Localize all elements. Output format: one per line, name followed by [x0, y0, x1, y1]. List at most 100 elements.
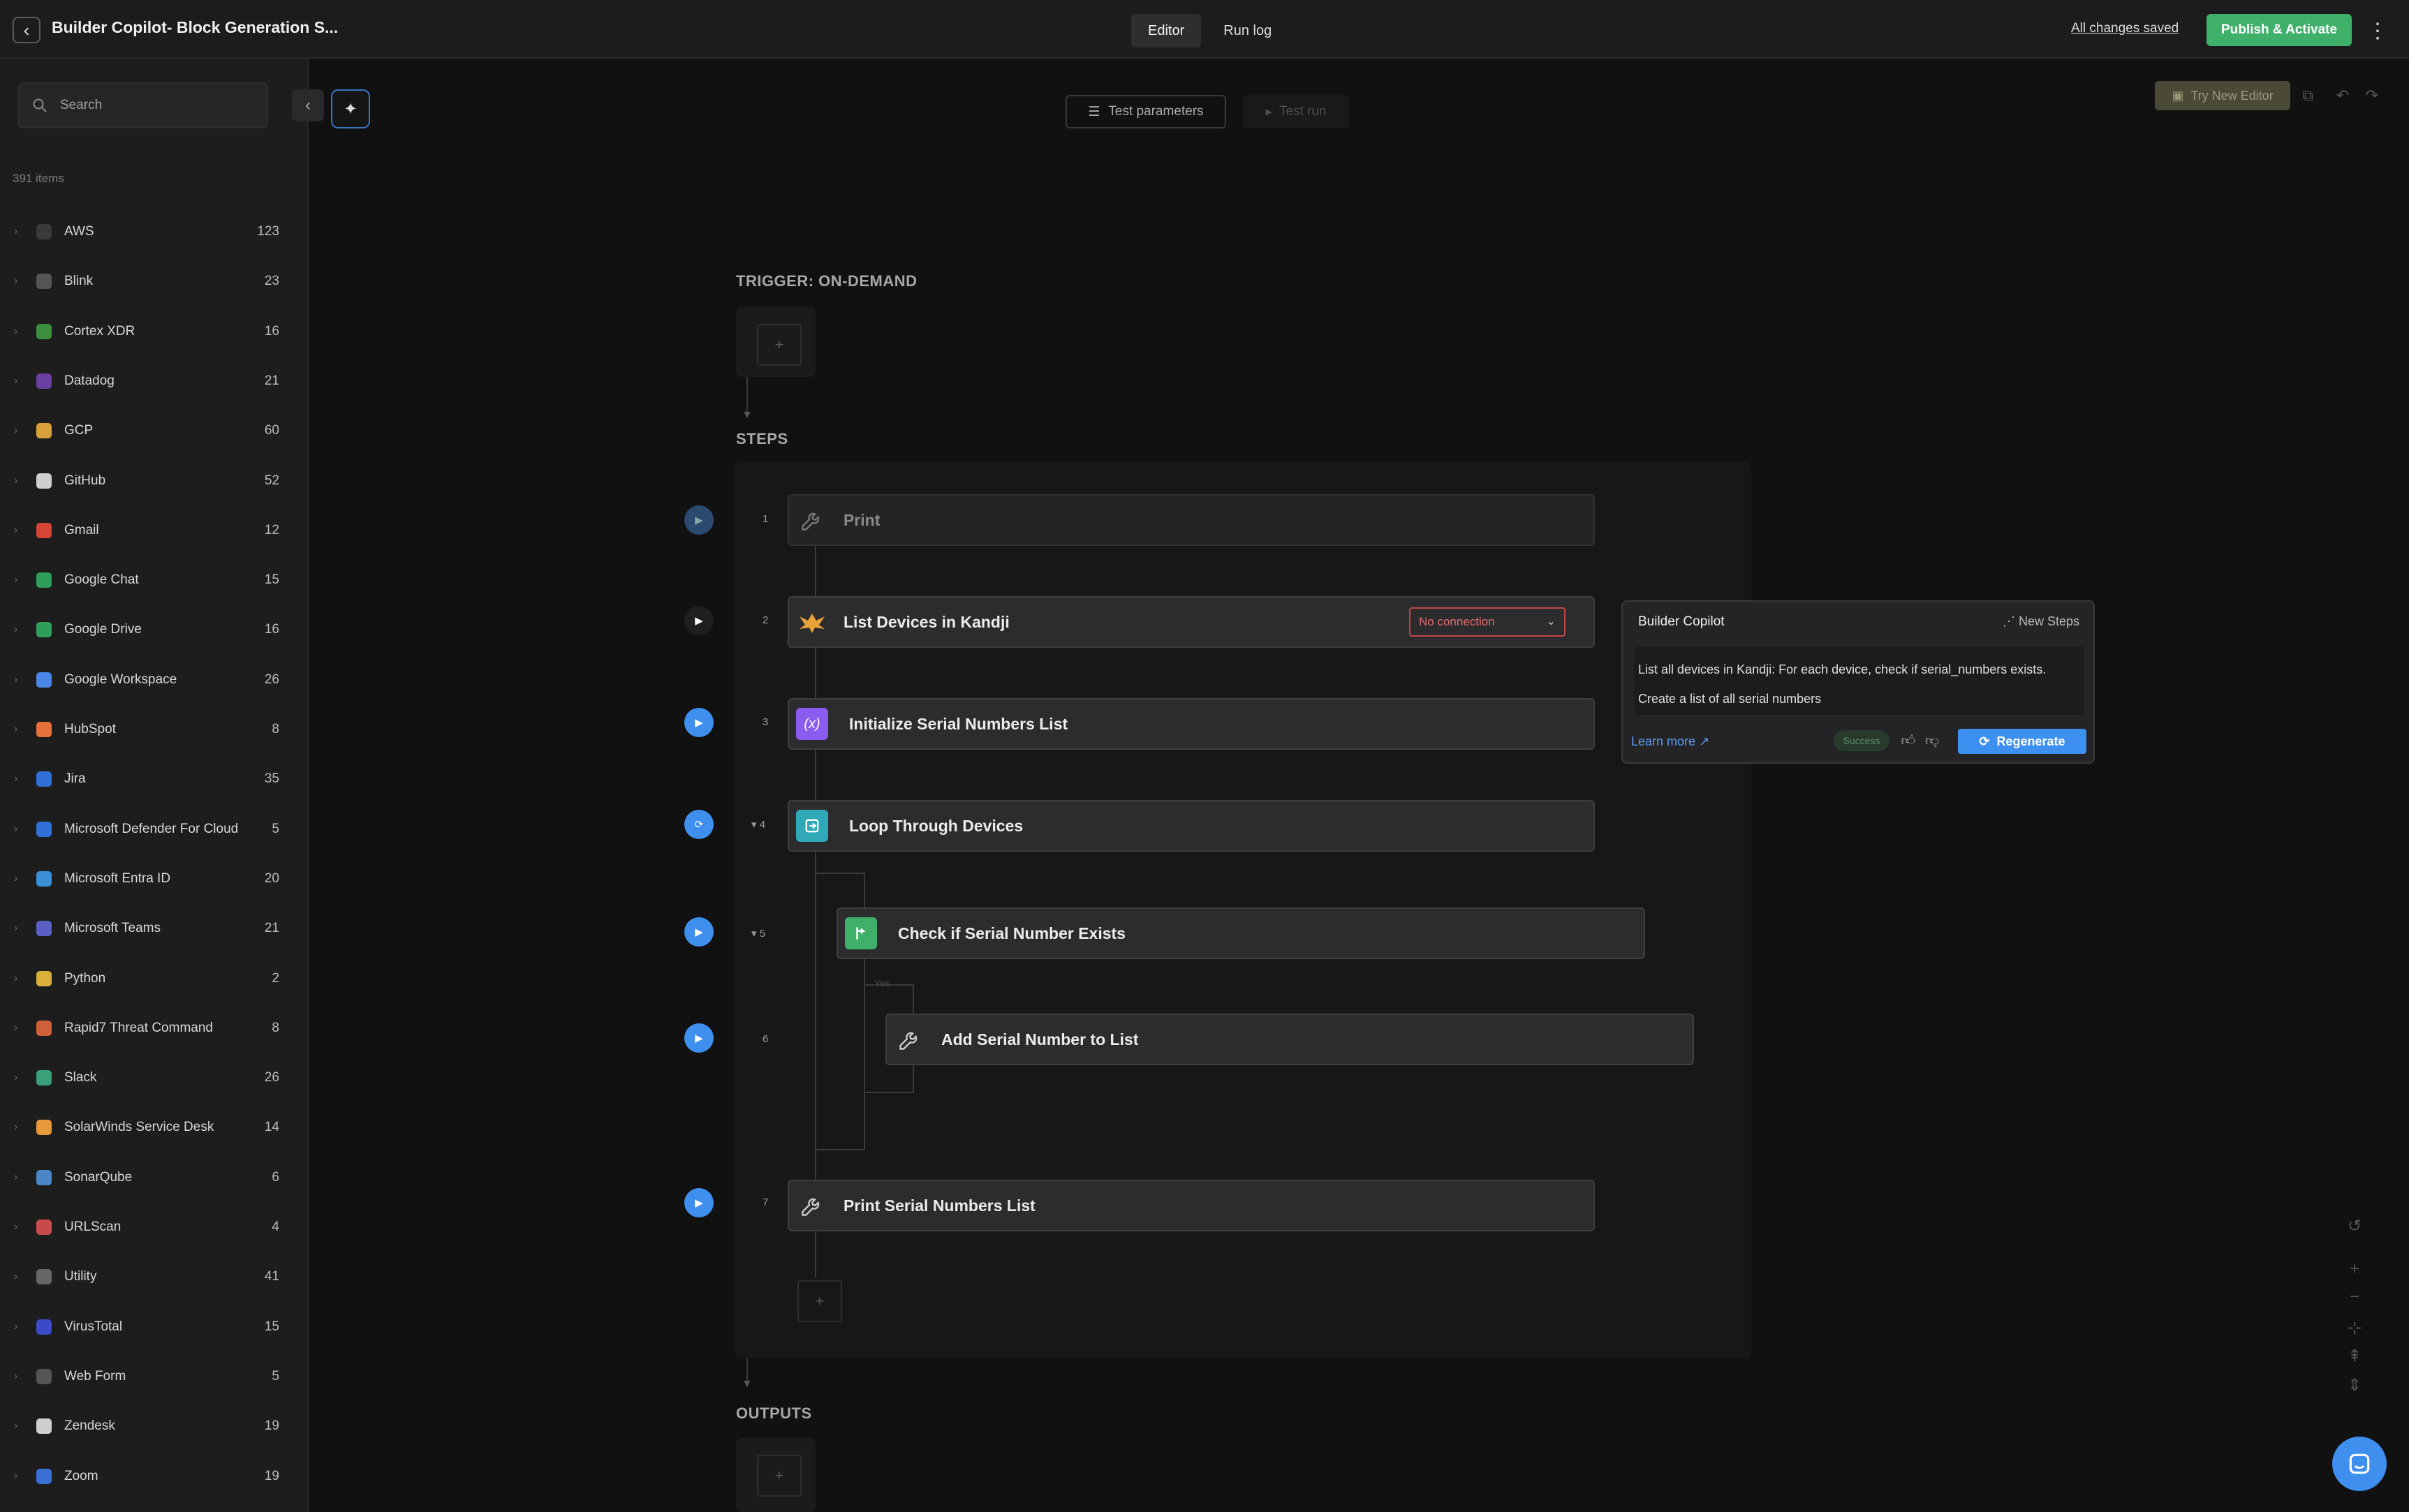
chevron-right-icon: › — [14, 1121, 18, 1134]
integration-count: 23 — [264, 274, 279, 289]
integration-count: 5 — [272, 821, 279, 836]
sidebar-item-aws[interactable]: › AWS 123 — [0, 211, 293, 253]
chevron-right-icon: › — [14, 872, 18, 884]
sidebar-item-urlscan[interactable]: › URLScan 4 — [0, 1206, 293, 1248]
sidebar-item-google-chat[interactable]: › Google Chat 15 — [0, 559, 293, 601]
learn-more-link[interactable]: Learn more ↗ — [1631, 734, 1709, 749]
copy-icon[interactable]: ⧉ — [2296, 84, 2320, 108]
fit-view-icon[interactable]: ⇕ — [2342, 1372, 2367, 1398]
expand-icon[interactable]: ⊹ — [2342, 1315, 2367, 1340]
collapse-sidebar-button[interactable]: ‹ — [292, 89, 324, 121]
integration-logo-icon — [36, 1070, 52, 1086]
redo-icon[interactable]: ↷ — [2360, 84, 2384, 108]
sidebar-item-microsoft-teams[interactable]: › Microsoft Teams 21 — [0, 907, 293, 949]
sidebar-item-datadog[interactable]: › Datadog 21 — [0, 360, 293, 402]
new-steps-button[interactable]: ⋰ New Steps — [2003, 614, 2079, 629]
thumbs-up-icon[interactable]: 👍︎ — [1898, 730, 1919, 751]
step-initialize-serial-numbers[interactable]: (x) Initialize Serial Numbers List — [788, 698, 1595, 750]
copilot-toggle-button[interactable]: ✦ — [331, 89, 370, 128]
integration-logo-icon — [36, 870, 52, 887]
more-options-icon[interactable]: ⋮ — [2367, 15, 2388, 46]
integration-name: Blink — [64, 274, 94, 289]
run-step-button[interactable]: ▶ — [684, 1188, 714, 1217]
integration-count: 16 — [264, 323, 279, 339]
try-new-editor-button[interactable]: ▣ Try New Editor — [2155, 81, 2290, 110]
search-input[interactable] — [59, 89, 254, 121]
sidebar-item-jira[interactable]: › Jira 35 — [0, 758, 293, 800]
test-parameters-button[interactable]: ☰ Test parameters — [1066, 95, 1226, 128]
test-run-button[interactable]: ▸ Test run — [1243, 95, 1349, 128]
run-loop-button[interactable]: ⟳ — [684, 810, 714, 839]
connection-select[interactable]: No connection ⌄ — [1409, 607, 1566, 637]
copilot-prompt[interactable]: List all devices in Kandji: For each dev… — [1638, 655, 2078, 713]
sidebar-item-google-drive[interactable]: › Google Drive 16 — [0, 609, 293, 651]
save-status-link[interactable]: All changes saved — [2071, 21, 2179, 36]
step-print[interactable]: Print — [788, 494, 1595, 546]
run-step-button[interactable]: ▶ — [684, 1023, 714, 1053]
integration-count: 15 — [264, 1319, 279, 1334]
sidebar-item-github[interactable]: › GitHub 52 — [0, 460, 293, 502]
sidebar-item-python[interactable]: › Python 2 — [0, 958, 293, 1000]
sidebar-item-zendesk[interactable]: › Zendesk 19 — [0, 1405, 293, 1447]
sidebar-item-virustotal[interactable]: › VirusTotal 15 — [0, 1306, 293, 1348]
sidebar-item-sonarqube[interactable]: › SonarQube 6 — [0, 1157, 293, 1199]
sidebar-item-microsoft-defender-for-cloud[interactable]: › Microsoft Defender For Cloud 5 — [0, 808, 293, 850]
step-check-serial-number[interactable]: Check if Serial Number Exists — [837, 907, 1645, 959]
collapse-icon[interactable]: ⇞ — [2342, 1343, 2367, 1368]
trigger-placeholder[interactable]: + — [736, 307, 816, 377]
integration-logo-icon — [36, 970, 52, 986]
chevron-right-icon: › — [14, 325, 18, 337]
connector — [815, 1229, 816, 1277]
step-add-serial-number[interactable]: Add Serial Number to List — [885, 1014, 1694, 1065]
chevron-right-icon: › — [14, 922, 18, 935]
sidebar-item-google-workspace[interactable]: › Google Workspace 26 — [0, 659, 293, 701]
tab-run-log[interactable]: Run log — [1207, 14, 1288, 47]
integration-name: Slack — [64, 1070, 97, 1085]
undo-icon[interactable]: ↶ — [2331, 84, 2355, 108]
integration-count: 123 — [257, 224, 279, 239]
sidebar-item-cortex-xdr[interactable]: › Cortex XDR 16 — [0, 311, 293, 353]
integration-count: 5 — [272, 1368, 279, 1384]
regenerate-label: Regenerate — [1996, 734, 2065, 748]
tab-editor[interactable]: Editor — [1131, 14, 1202, 47]
run-step-button[interactable]: ▶ — [684, 917, 714, 947]
workflow-title[interactable]: Builder Copilot- Block Generation S... — [52, 18, 338, 37]
sidebar-item-solarwinds-service-desk[interactable]: › SolarWinds Service Desk 14 — [0, 1106, 293, 1148]
sidebar-item-hubspot[interactable]: › HubSpot 8 — [0, 709, 293, 750]
outputs-placeholder[interactable]: + — [736, 1438, 816, 1512]
publish-activate-button[interactable]: Publish & Activate — [2207, 14, 2352, 46]
sidebar-item-blink[interactable]: › Blink 23 — [0, 260, 293, 302]
step-loop-through-devices[interactable]: Loop Through Devices — [788, 800, 1595, 852]
integration-count: 60 — [264, 423, 279, 438]
step-print-serial-numbers[interactable]: Print Serial Numbers List — [788, 1180, 1595, 1231]
chevron-right-icon: › — [14, 574, 18, 586]
sidebar-item-slack[interactable]: › Slack 26 — [0, 1057, 293, 1099]
copilot-icon: ✦ — [343, 99, 358, 119]
add-icon: + — [757, 1455, 802, 1497]
help-chat-button[interactable] — [2332, 1437, 2387, 1491]
reset-view-icon[interactable]: ↺ — [2342, 1213, 2367, 1238]
integration-name: Microsoft Teams — [64, 921, 161, 936]
sidebar-item-utility[interactable]: › Utility 41 — [0, 1256, 293, 1298]
thumbs-down-icon[interactable]: 👎︎ — [1922, 730, 1943, 751]
back-button[interactable]: ‹ — [13, 17, 40, 43]
integration-name: VirusTotal — [64, 1319, 123, 1334]
sidebar-item-gmail[interactable]: › Gmail 12 — [0, 510, 293, 551]
chevron-right-icon: › — [14, 524, 18, 536]
sidebar-item-microsoft-entra-id[interactable]: › Microsoft Entra ID 20 — [0, 858, 293, 900]
sidebar-item-zoom[interactable]: › Zoom 19 — [0, 1455, 293, 1497]
sidebar-item-rapid7-threat-command[interactable]: › Rapid7 Threat Command 8 — [0, 1007, 293, 1049]
regenerate-button[interactable]: ⟳ Regenerate — [1958, 729, 2086, 754]
chevron-right-icon: › — [14, 1072, 18, 1084]
run-step-button[interactable]: ▶ — [684, 606, 714, 635]
chevron-right-icon: › — [14, 673, 18, 685]
zoom-out-icon[interactable]: − — [2342, 1284, 2367, 1310]
sidebar-item-gcp[interactable]: › GCP 60 — [0, 410, 293, 452]
run-step-button[interactable]: ▶ — [684, 708, 714, 737]
run-step-button[interactable]: ▶ — [684, 505, 714, 535]
zoom-in-icon[interactable]: + — [2342, 1257, 2367, 1282]
integration-logo-icon — [36, 672, 52, 688]
add-step-button[interactable]: + — [797, 1280, 842, 1322]
integration-count: 6 — [272, 1169, 279, 1185]
sidebar-item-web-form[interactable]: › Web Form 5 — [0, 1356, 293, 1398]
